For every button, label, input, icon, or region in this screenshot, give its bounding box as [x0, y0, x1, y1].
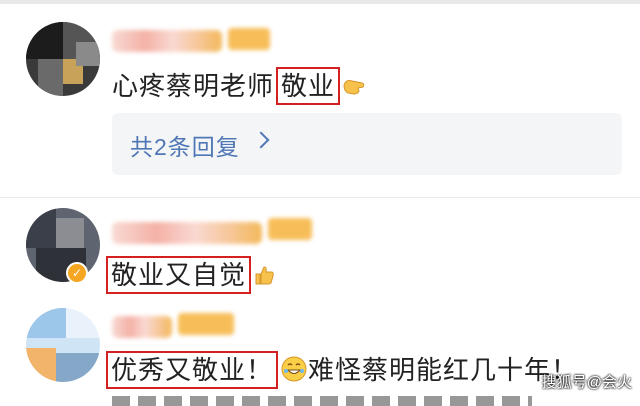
highlighted-phrase: 优秀又敬业！ [106, 351, 279, 389]
comment-text: 优秀又敬业！ 难怪蔡明能红几十年！ [104, 350, 578, 390]
grin-icon [280, 355, 308, 390]
thumbs-icon [253, 262, 275, 293]
replies-count-label: 共2条回复 [130, 134, 240, 160]
username-blurred[interactable] [112, 30, 222, 52]
member-badge-blurred [178, 313, 234, 335]
avatar[interactable] [26, 308, 100, 382]
avatar[interactable] [26, 208, 100, 282]
comment-plain-text: 难怪蔡明能红几十年！ [308, 355, 579, 385]
avatar[interactable] [26, 22, 100, 96]
view-replies-button[interactable]: 共2条回复 [112, 113, 622, 175]
highlighted-phrase: 敬业又自觉 [106, 256, 252, 294]
top-divider [0, 0, 640, 4]
cut-off-text-line [112, 392, 532, 406]
comment-text: 心疼蔡明老师 敬业 [112, 66, 366, 105]
username-blurred[interactable] [112, 316, 172, 338]
highlighted-word: 敬业 [276, 67, 341, 105]
verified-badge-icon: ✓ [66, 262, 88, 284]
username-blurred[interactable] [112, 222, 262, 244]
comment-divider [0, 197, 640, 198]
comment-plain-text: 心疼蔡明老师 [112, 71, 275, 101]
member-badge-blurred [228, 28, 270, 50]
chevron-right-icon [252, 131, 270, 149]
watermark: 搜狐号@会火 [541, 374, 632, 391]
comment-text: 敬业又自觉 [104, 256, 275, 294]
member-badge-blurred [268, 218, 312, 240]
hand-icon [342, 73, 366, 104]
